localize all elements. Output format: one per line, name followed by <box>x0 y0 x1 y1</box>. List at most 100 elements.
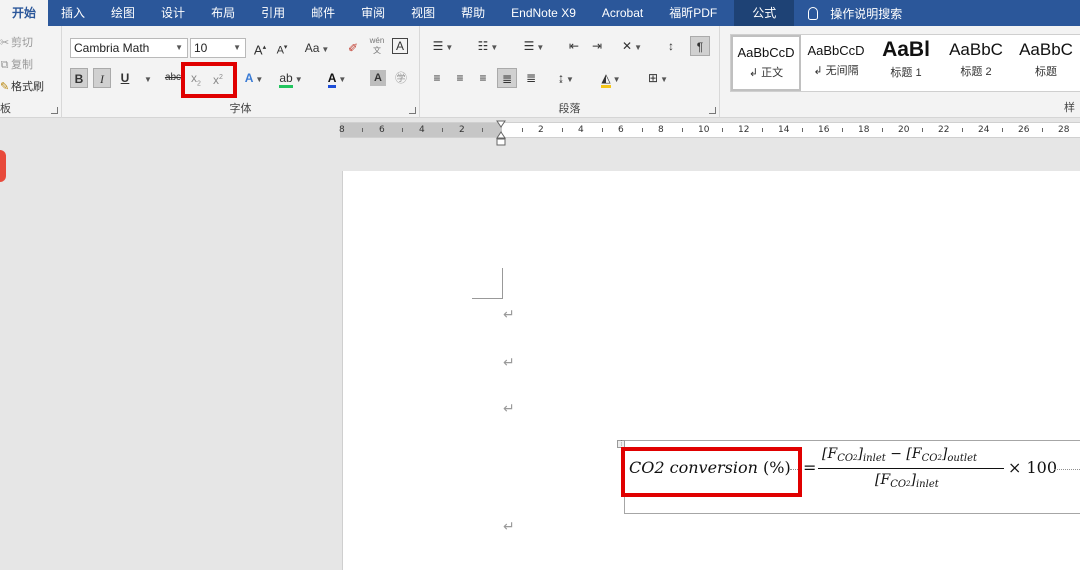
paragraph-mark: ↵ <box>503 518 515 534</box>
ruler-label: 18 <box>858 125 870 135</box>
copy-button[interactable]: ⧉ 复制 <box>0 56 33 72</box>
font-size-value: 10 <box>194 41 208 55</box>
font-color-button[interactable]: A ▼ <box>321 68 353 88</box>
styles-group-label: 样 <box>1064 102 1075 114</box>
align-right-icon[interactable]: ≡ <box>474 68 492 88</box>
clipboard-group: ✂ 剪切 ⧉ 复制 ✎ 格式刷 板 <box>0 26 62 118</box>
chevron-down-icon: ▼ <box>294 75 303 84</box>
ruler-label: 2 <box>538 125 544 135</box>
highlight-subscript-superscript <box>181 62 237 98</box>
tab-endnote[interactable]: EndNote X9 <box>498 0 589 26</box>
grow-font-button[interactable]: A▴ <box>252 38 268 58</box>
fraction-denominator: [FCO2]inlet <box>875 472 939 490</box>
align-left-icon[interactable]: ≡ <box>428 68 446 88</box>
style-name: ↲ 正文 <box>748 67 784 79</box>
navigation-pane-tab[interactable] <box>0 150 6 182</box>
show-marks-icon[interactable]: ¶ <box>690 36 710 56</box>
justify-icon[interactable]: ≣ <box>497 68 517 88</box>
format-painter-label: 格式刷 <box>11 81 44 93</box>
character-shading-button[interactable]: A <box>370 70 386 86</box>
tab-design[interactable]: 设计 <box>148 0 198 26</box>
tab-foxit-pdf[interactable]: 福昕PDF <box>656 0 730 26</box>
format-painter-button[interactable]: ✎ 格式刷 <box>0 78 44 94</box>
font-launcher-icon[interactable] <box>409 107 416 114</box>
multilevel-list-button[interactable]: ☰ ▼ <box>518 36 550 56</box>
style-heading-1[interactable]: AaBl 标题 1 <box>871 35 941 91</box>
clear-formatting-icon[interactable]: ✐ <box>345 38 361 58</box>
chinese-layout-icon: ✕ <box>622 39 633 53</box>
cut-label: 剪切 <box>11 37 33 49</box>
character-border-button[interactable]: A <box>392 38 408 54</box>
style-preview: AaBbC <box>1019 40 1073 59</box>
tab-review[interactable]: 审阅 <box>348 0 398 26</box>
line-spacing-icon: ↨ <box>558 71 565 85</box>
chinese-layout-button[interactable]: ✕ ▼ <box>616 36 648 56</box>
tell-me-search[interactable]: 操作说明搜索 <box>808 5 902 22</box>
font-name-value: Cambria Math <box>74 41 150 55</box>
dotted-space <box>1054 469 1080 470</box>
ruler-label: 4 <box>419 125 425 135</box>
tab-insert[interactable]: 插入 <box>48 0 98 26</box>
highlight-color-button[interactable]: ab ▼ <box>276 68 306 88</box>
styles-gallery: AaBbCcD ↲ 正文 AaBbCcD ↲ 无间隔 AaBl 标题 1 AaB… <box>730 34 1080 92</box>
align-center-icon[interactable]: ≡ <box>451 68 469 88</box>
tab-view[interactable]: 视图 <box>398 0 448 26</box>
increase-indent-icon[interactable]: ⇥ <box>587 36 607 56</box>
style-normal[interactable]: AaBbCcD ↲ 正文 <box>731 35 801 91</box>
enclose-characters-icon[interactable]: ㊫ <box>393 68 409 88</box>
shrink-font-button[interactable]: A▾ <box>274 38 290 58</box>
paragraph-mark: ↵ <box>503 400 515 416</box>
line-spacing-button[interactable]: ↨ ▼ <box>550 68 582 88</box>
shading-button[interactable]: ◭ ▼ <box>594 68 628 88</box>
bold-button[interactable]: B <box>70 68 88 88</box>
distributed-icon[interactable]: ≣ <box>522 68 540 88</box>
ruler-label: 2 <box>459 125 465 135</box>
ruler-tick <box>722 128 723 132</box>
phonetic-guide-button[interactable]: wén 文 <box>368 36 386 56</box>
cut-button[interactable]: ✂ 剪切 <box>0 34 33 50</box>
italic-button[interactable]: I <box>93 68 111 88</box>
paragraph-launcher-icon[interactable] <box>709 107 716 114</box>
style-heading-2[interactable]: AaBbC 标题 2 <box>941 35 1011 91</box>
tab-mailings[interactable]: 邮件 <box>298 0 348 26</box>
ruler-tick <box>602 128 603 132</box>
highlighter-icon: ab <box>279 71 293 88</box>
ruler-tick <box>442 128 443 132</box>
ruler-tick <box>482 128 483 132</box>
ruler-label: 24 <box>978 125 990 135</box>
sort-icon[interactable]: ↕ <box>662 36 680 56</box>
borders-icon: ⊞ <box>648 71 659 85</box>
tab-draw[interactable]: 绘图 <box>98 0 148 26</box>
underline-button[interactable]: U <box>118 68 132 88</box>
multilevel-list-icon: ☰ <box>523 39 535 53</box>
chevron-down-icon: ▼ <box>255 75 264 84</box>
font-size-combo[interactable]: 10 ▼ <box>190 38 246 58</box>
tab-home[interactable]: 开始 <box>0 0 49 26</box>
tab-help[interactable]: 帮助 <box>448 0 498 26</box>
change-case-button[interactable]: Aa ▼ <box>302 38 332 58</box>
paragraph-mark: ↵ <box>503 354 515 370</box>
style-preview: AaBbCcD <box>737 45 795 60</box>
bullets-button[interactable]: ☰ ▼ <box>428 36 458 56</box>
style-title[interactable]: AaBbC 标题 <box>1011 35 1080 91</box>
highlight-equation-lhs <box>621 447 802 497</box>
clipboard-launcher-icon[interactable] <box>51 107 58 114</box>
numbering-button[interactable]: ☷ ▼ <box>472 36 504 56</box>
chevron-down-icon: ▼ <box>338 75 347 84</box>
horizontal-ruler[interactable]: 8 6 4 2 2 4 6 8 10 12 14 16 18 20 22 24 26 28 <box>339 122 1080 138</box>
borders-button[interactable]: ⊞ ▼ <box>642 68 674 88</box>
font-name-combo[interactable]: Cambria Math ▼ <box>70 38 188 58</box>
tab-layout[interactable]: 布局 <box>198 0 248 26</box>
text-effects-button[interactable]: A ▼ <box>239 68 269 88</box>
ruler-tick <box>562 128 563 132</box>
fraction-numerator: [FCO2]inlet − [FCO2]outlet <box>822 446 978 464</box>
tab-acrobat[interactable]: Acrobat <box>589 0 656 26</box>
ruler-tick <box>1002 128 1003 132</box>
indent-markers-icon[interactable] <box>496 120 506 146</box>
decrease-indent-icon[interactable]: ⇤ <box>564 36 584 56</box>
tab-equation[interactable]: 公式 <box>734 0 795 26</box>
numbered-list-icon: ☷ <box>477 39 489 53</box>
underline-dropdown[interactable]: ▼ <box>142 68 152 88</box>
tab-references[interactable]: 引用 <box>248 0 298 26</box>
style-no-spacing[interactable]: AaBbCcD ↲ 无间隔 <box>801 35 871 91</box>
